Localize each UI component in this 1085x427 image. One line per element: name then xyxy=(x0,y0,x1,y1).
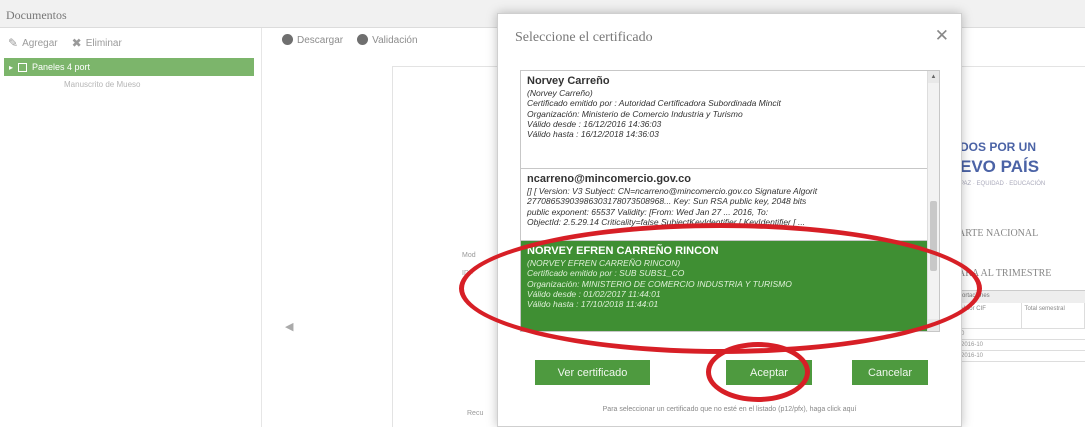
collapse-arrow-icon[interactable]: ◀ xyxy=(285,320,293,333)
left-toolbar: ✎ Agregar ✖ Eliminar xyxy=(0,28,261,58)
certificate-subtitle: (NORVEY EFREN CARREÑO RINCON) xyxy=(527,258,681,268)
certificate-subtitle: (Norvey Carreño) xyxy=(527,88,593,98)
scroll-up-icon[interactable]: ▲ xyxy=(928,71,939,83)
tree-item-folder[interactable]: ▸ Paneles 4 port xyxy=(4,58,254,76)
list-scrollbar[interactable]: ▲ ▼ xyxy=(927,71,939,331)
certificate-item[interactable]: ncarreno@mincomercio.gov.co [] [ Version… xyxy=(521,169,939,241)
certificate-item[interactable]: Norvey Carreño (Norvey Carreño) Certific… xyxy=(521,71,939,169)
table-header: ortaciones xyxy=(958,291,1085,303)
certificate-detail: Certificado emitido por : SUB SUBS1_CO xyxy=(527,268,685,279)
table-columns: Valor CIF Total semestral xyxy=(958,303,1085,329)
accept-button[interactable]: Aceptar xyxy=(726,360,812,385)
doc-fragment: Recu xyxy=(467,410,484,417)
table-row: 0 xyxy=(958,329,1085,340)
view-certificate-button[interactable]: Ver certificado xyxy=(535,360,650,385)
delete-label: Eliminar xyxy=(85,37,122,49)
pencil-icon: ✎ xyxy=(8,36,19,50)
validate-label: Validación xyxy=(372,35,418,46)
doc-heading: ARTE NACIONAL xyxy=(958,228,1039,239)
certificate-detail: ObjectId: 2.5.29.14 Criticality=false Su… xyxy=(527,216,806,227)
tree-sub-label: Manuscrito de Mueso xyxy=(64,80,141,89)
dialog-footer-note[interactable]: Para seleccionar un certificado que no e… xyxy=(498,406,961,413)
certificate-detail: public exponent: 65537 Validity: [From: … xyxy=(527,206,769,217)
certificate-detail: [] [ Version: V3 Subject: CN=ncarreno@mi… xyxy=(527,186,818,196)
logo-line-2: EVO PAÍS xyxy=(960,157,1040,176)
certificate-name: NORVEY EFREN CARREÑO RINCON xyxy=(527,245,719,257)
download-icon xyxy=(282,34,293,45)
certificate-name: ncarreno@mincomercio.gov.co xyxy=(527,173,691,185)
certificate-detail: Válido desde : 16/12/2016 14:36:03 xyxy=(527,118,662,129)
table-col: Valor CIF xyxy=(958,303,1022,328)
dialog-title: Seleccione el certificado xyxy=(515,30,653,45)
document-toolbar: Descargar Validación xyxy=(282,34,418,46)
tree-item-label: Paneles 4 port xyxy=(32,62,91,72)
download-label: Descargar xyxy=(297,35,344,46)
expand-icon[interactable]: ▸ xyxy=(9,63,13,72)
certificate-detail: Válido hasta : 17/10/2018 11:44:01 xyxy=(527,299,659,310)
certificate-detail: Válido hasta : 16/12/2018 14:36:03 xyxy=(527,129,659,140)
table-col: Total semestral xyxy=(1022,303,1085,328)
certificate-detail: Organización: MINISTERIO DE COMERCIO IND… xyxy=(527,278,792,289)
certificate-detail: Certificado emitido por : Autoridad Cert… xyxy=(527,98,781,109)
close-x-icon: ✖ xyxy=(71,36,82,50)
add-label: Agregar xyxy=(22,37,58,49)
delete-button[interactable]: ✖ Eliminar xyxy=(72,36,122,50)
download-button[interactable]: Descargar xyxy=(282,34,343,46)
certificate-list[interactable]: Norvey Carreño (Norvey Carreño) Certific… xyxy=(520,70,940,332)
left-panel: ✎ Agregar ✖ Eliminar ▸ Paneles 4 port Ma… xyxy=(0,28,262,427)
cancel-button[interactable]: Cancelar xyxy=(852,360,928,385)
validate-button[interactable]: Validación xyxy=(357,34,418,46)
certificate-dialog: Seleccione el certificado ✕ Norvey Carre… xyxy=(497,13,962,427)
certificate-detail: 27708653903986303178073508968... Key: Su… xyxy=(527,196,807,207)
doc-table: ortaciones Valor CIF Total semestral 0 2… xyxy=(958,290,1085,405)
certificate-detail: Organización: Ministerio de Comercio Ind… xyxy=(527,108,743,119)
certificate-name: Norvey Carreño xyxy=(527,75,610,87)
doc-fragment: Mod xyxy=(462,252,476,259)
doc-fragment: ID– xyxy=(462,270,473,277)
add-button[interactable]: ✎ Agregar xyxy=(8,36,58,50)
logo-line-1: DOS POR UN xyxy=(960,140,1037,154)
scroll-down-icon[interactable]: ▼ xyxy=(928,319,939,331)
folder-icon xyxy=(18,62,28,72)
info-icon xyxy=(357,34,369,45)
table-row: 2016-10 xyxy=(958,340,1085,351)
table-row: 2016-10 xyxy=(958,351,1085,362)
certificate-item-selected[interactable]: NORVEY EFREN CARREÑO RINCON (NORVEY EFRE… xyxy=(521,241,939,331)
logo-subtitle: PAZ · EQUIDAD · EDUCACIÓN xyxy=(960,181,1046,187)
close-icon[interactable]: ✕ xyxy=(935,26,949,46)
scrollbar-thumb[interactable] xyxy=(930,201,937,271)
doc-heading: ARA AL TRIMESTRE xyxy=(958,268,1052,279)
certificate-detail: Válido desde : 01/02/2017 11:44:01 xyxy=(527,288,661,299)
